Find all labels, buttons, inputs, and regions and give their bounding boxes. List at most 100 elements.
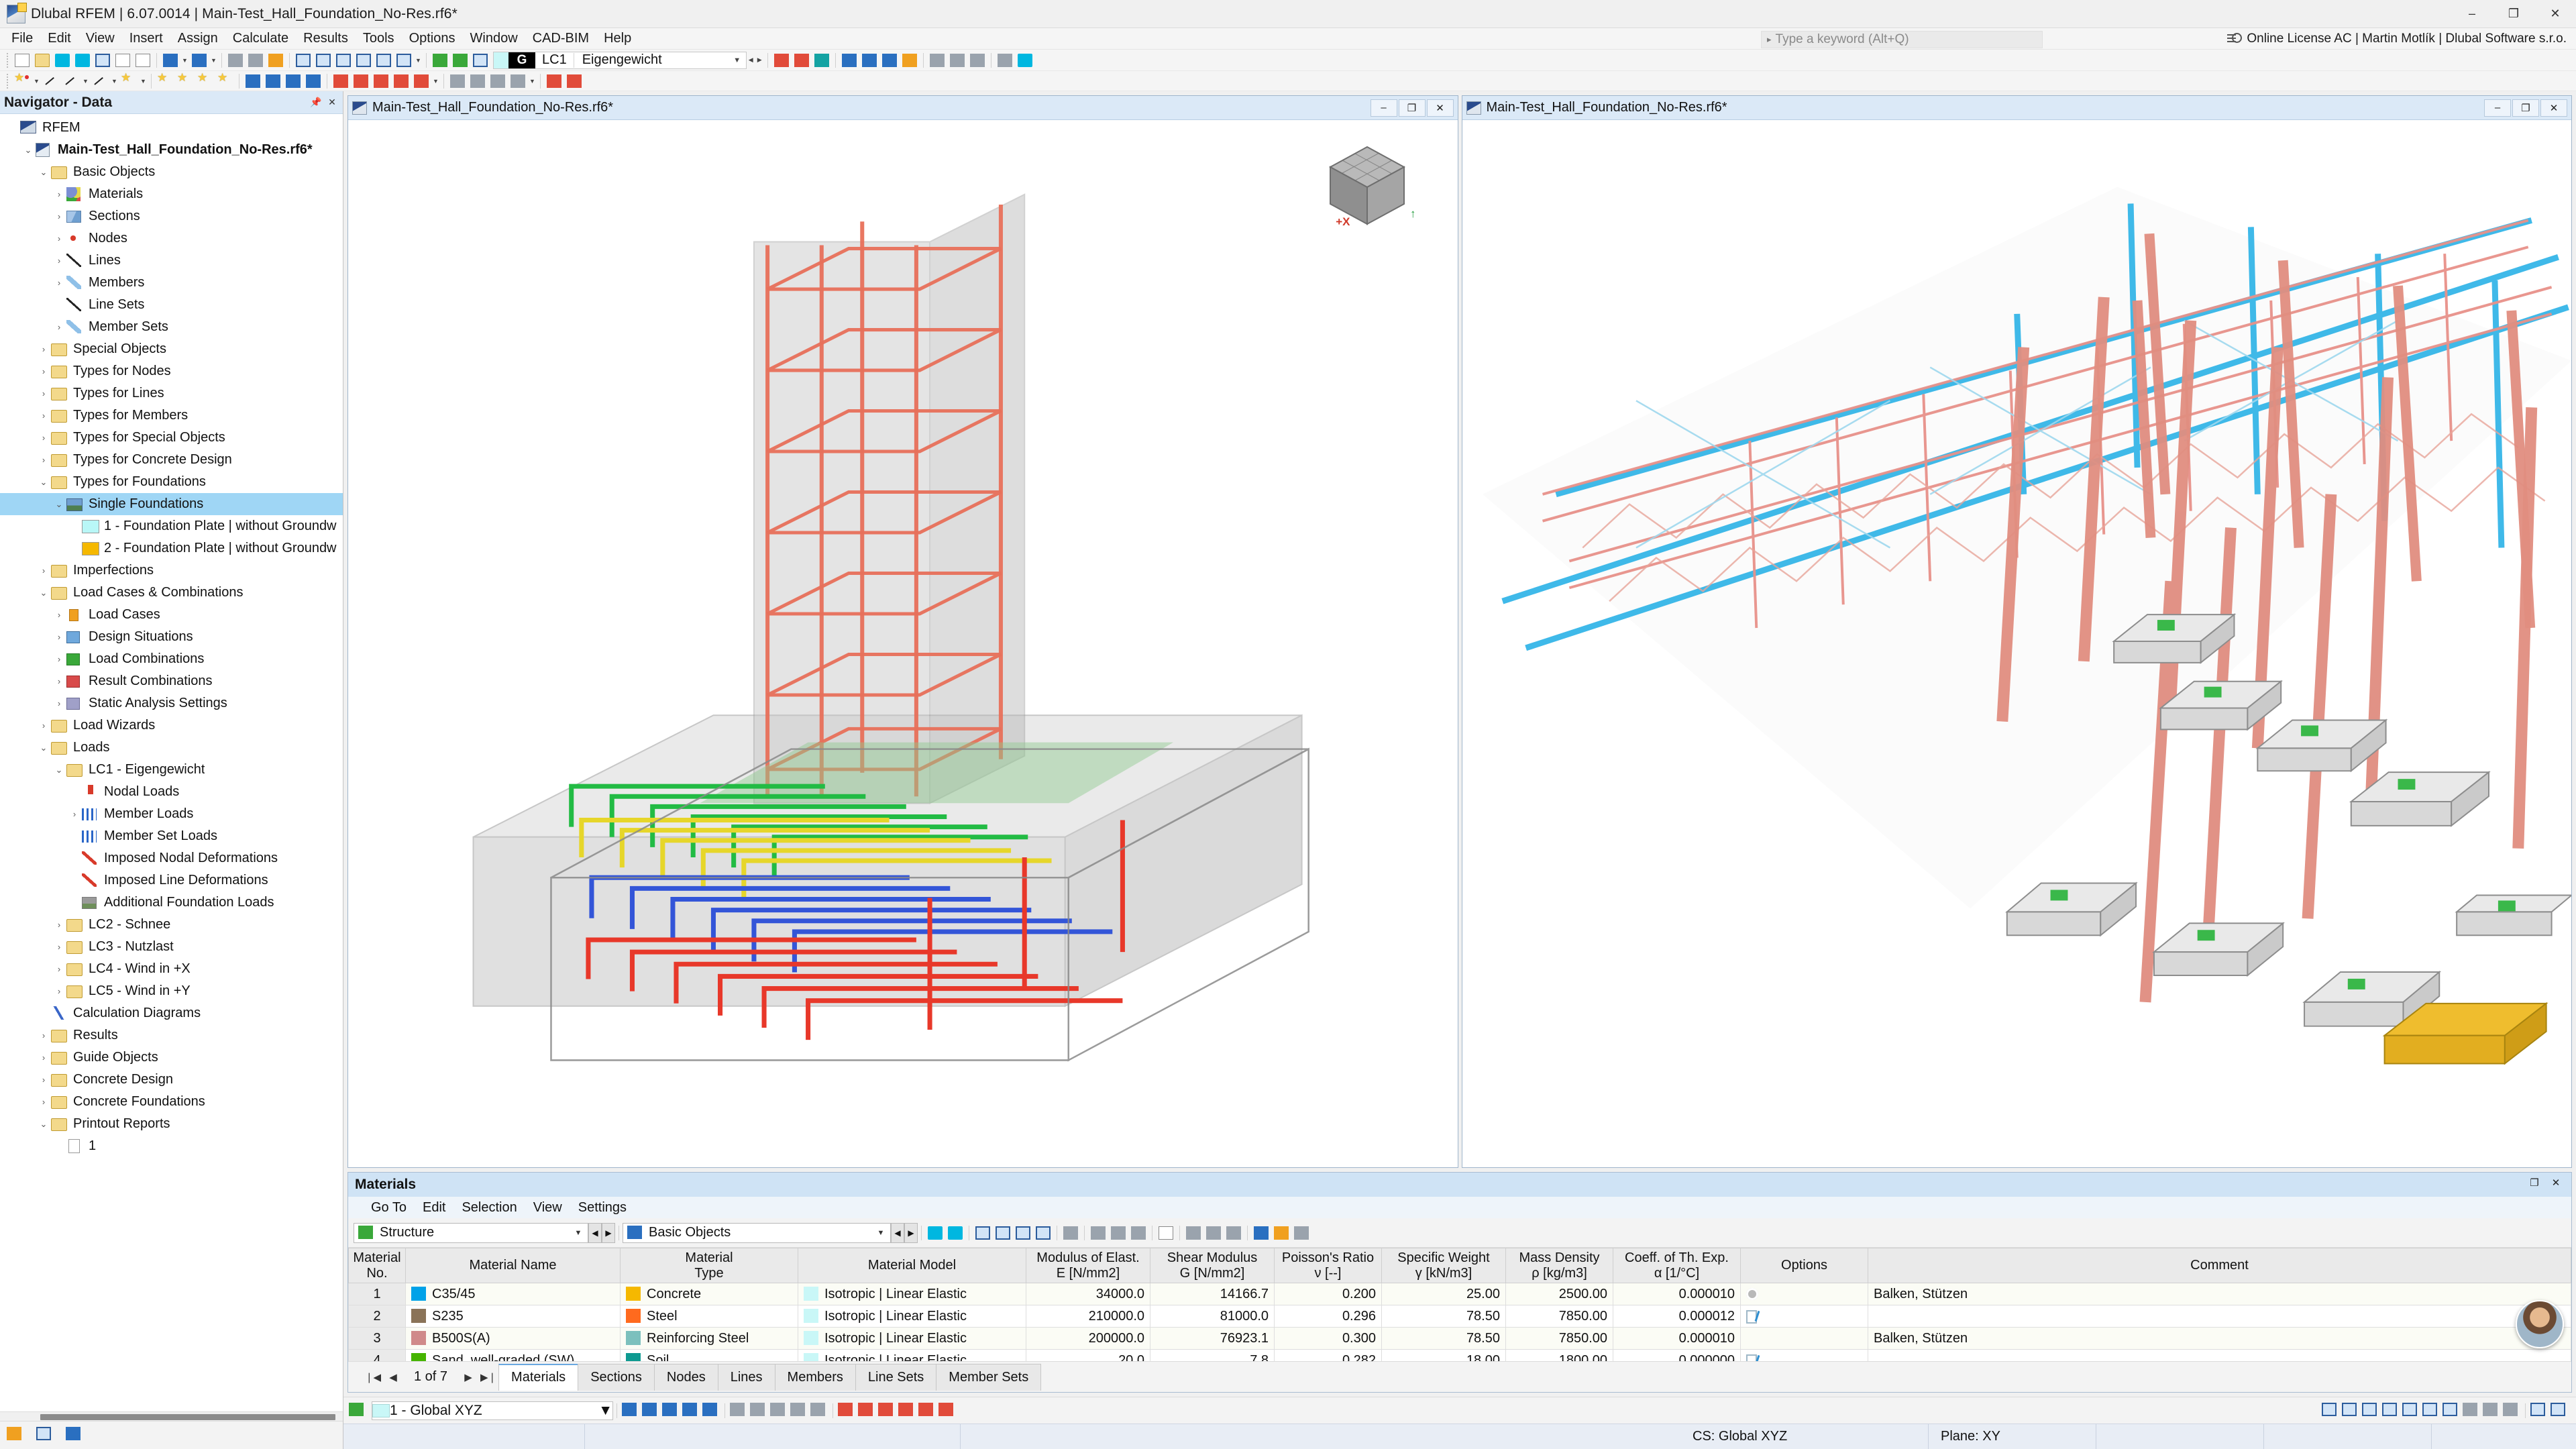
cell-options[interactable] xyxy=(1740,1327,1868,1350)
new-member-hinge-button[interactable] xyxy=(304,72,323,90)
cell-modulus-elasticity[interactable]: 20.0 xyxy=(1026,1349,1150,1361)
render-dropdown-icon[interactable]: ▼ xyxy=(414,52,423,69)
col-poissons-ratio[interactable]: Poisson's Ratio ν [--] xyxy=(1274,1248,1382,1283)
pencil-icon[interactable] xyxy=(1746,1309,1758,1324)
navigator-item-nodal-loads[interactable]: Nodal Loads xyxy=(0,781,343,803)
menu-item-window[interactable]: Window xyxy=(463,28,525,49)
loads-visibility-button[interactable] xyxy=(918,1402,936,1419)
tables-button[interactable] xyxy=(93,52,112,69)
table-tab-nodes[interactable]: Nodes xyxy=(653,1363,718,1391)
view-front-button[interactable] xyxy=(2382,1402,2400,1419)
navigator-item-additional-foundation-loads[interactable]: Additional Foundation Loads xyxy=(0,892,343,914)
cell-specific-weight[interactable]: 25.00 xyxy=(1381,1283,1506,1305)
keyword-search-input[interactable]: ▸ Type a keyword (Alt+Q) xyxy=(1761,31,2043,48)
navigator-item-lc3-nutzlast[interactable]: › LC3 - Nutzlast xyxy=(0,936,343,958)
new-member-set-button[interactable] xyxy=(196,71,215,90)
cell-material-type[interactable]: Steel xyxy=(620,1305,798,1328)
navigator-item-main-test-hall-foundation-no-res-rf6[interactable]: ⌄ Main-Test_Hall_Foundation_No-Res.rf6* xyxy=(0,139,343,161)
save-button[interactable] xyxy=(53,52,72,69)
insert-toolbar-grip[interactable] xyxy=(5,73,10,89)
table-row[interactable]: 2 S235 Steel Isotropic | Linear Elastic 2100… xyxy=(348,1305,2571,1328)
tree-expander-icon[interactable]: › xyxy=(52,233,66,244)
col-material-no[interactable]: Material No. xyxy=(348,1248,406,1283)
cell-material-name[interactable]: C35/45 xyxy=(405,1283,621,1305)
navigator-item-load-cases[interactable]: › Load Cases xyxy=(0,604,343,626)
cell-poissons-ratio[interactable]: 0.282 xyxy=(1274,1349,1382,1361)
navigator-horizontal-scrollbar[interactable] xyxy=(0,1411,343,1421)
cell-mass-density[interactable]: 7850.00 xyxy=(1505,1327,1613,1350)
new-solid-dropdown-icon[interactable]: ▼ xyxy=(139,72,148,90)
pager-first-button[interactable]: ❘◀ xyxy=(363,1371,383,1383)
table-tab-members[interactable]: Members xyxy=(774,1363,856,1391)
tree-expander-icon[interactable]: › xyxy=(52,189,66,199)
structure-combo[interactable]: Structure ▼ xyxy=(354,1222,588,1243)
undo-button[interactable] xyxy=(161,52,180,69)
render-mode-button[interactable] xyxy=(394,52,413,69)
view-cube[interactable] xyxy=(1317,140,1417,234)
view2-close-button[interactable]: ✕ xyxy=(2540,99,2567,117)
menu-item-view[interactable]: View xyxy=(78,28,122,49)
sort-table-button[interactable] xyxy=(1184,1224,1203,1242)
print-button[interactable] xyxy=(113,52,132,69)
cell-material-name[interactable]: Sand, well-graded (SW) xyxy=(405,1349,621,1361)
members-visibility-button[interactable] xyxy=(878,1402,896,1419)
cell-thermal-expansion[interactable]: 0.000010 xyxy=(1613,1327,1741,1350)
work-plane-button[interactable] xyxy=(662,1402,680,1419)
transform-dropdown-icon[interactable]: ▼ xyxy=(528,72,537,90)
materials-grid[interactable]: Material No. Material Name Material Type M… xyxy=(348,1248,2571,1361)
navigator-item-static-analysis-settings[interactable]: › Static Analysis Settings xyxy=(0,692,343,714)
tree-expander-icon[interactable]: › xyxy=(52,920,66,930)
coordinate-system-icon[interactable] xyxy=(349,1402,366,1419)
snap-button[interactable] xyxy=(750,1402,767,1419)
navigator-item-types-for-nodes[interactable]: › Types for Nodes xyxy=(0,360,343,382)
nodes-visibility-button[interactable] xyxy=(838,1402,855,1419)
decimal-places-button[interactable] xyxy=(1272,1224,1291,1242)
paste-button[interactable] xyxy=(266,52,285,69)
pager-next-button[interactable]: ▶ xyxy=(458,1371,478,1383)
tree-expander-icon[interactable]: ⌄ xyxy=(52,499,66,510)
navigator-item-lc2-schnee[interactable]: › LC2 - Schnee xyxy=(0,914,343,936)
tree-expander-icon[interactable]: › xyxy=(52,964,66,974)
cell-comment[interactable]: Balken, Stützen xyxy=(1868,1283,2571,1305)
navigator-item-loads[interactable]: ⌄ Loads xyxy=(0,737,343,759)
cell-modulus-elasticity[interactable]: 200000.0 xyxy=(1026,1327,1150,1350)
pager-last-button[interactable]: ▶❘ xyxy=(478,1371,498,1383)
tree-expander-icon[interactable]: › xyxy=(52,942,66,952)
new-line-set-button[interactable] xyxy=(176,71,195,90)
table-row[interactable]: 1 C35/45 Concrete Isotropic | Linear Elasti… xyxy=(348,1283,2571,1305)
measure-button[interactable] xyxy=(948,52,967,69)
gear-icon[interactable] xyxy=(1746,1287,1758,1300)
navigator-data-tab-icon[interactable] xyxy=(7,1426,27,1444)
new-surface-load-button[interactable] xyxy=(392,72,411,90)
menu-item-calculate[interactable]: Calculate xyxy=(225,28,296,49)
cell-shear-modulus[interactable]: 81000.0 xyxy=(1150,1305,1275,1328)
delete-row-button[interactable] xyxy=(1061,1224,1080,1242)
cell-poissons-ratio[interactable]: 0.200 xyxy=(1274,1283,1382,1305)
cell-material-no[interactable]: 3 xyxy=(348,1327,406,1350)
structure-prev-button[interactable]: ◀ xyxy=(588,1222,602,1243)
export-table-button[interactable] xyxy=(1157,1224,1175,1242)
tree-expander-icon[interactable]: ⌄ xyxy=(36,477,51,488)
open-model-button[interactable] xyxy=(33,52,52,69)
navigator-item-member-loads[interactable]: › Member Loads xyxy=(0,803,343,825)
navigator-item-load-combinations[interactable]: › Load Combinations xyxy=(0,648,343,670)
navigator-item-lc1-eigengewicht[interactable]: ⌄ LC1 - Eigengewicht xyxy=(0,759,343,781)
col-material-type[interactable]: Material Type xyxy=(620,1248,798,1283)
table-tabs[interactable]: Materials Sections Nodes Lines Members Line S… xyxy=(498,1363,1042,1391)
navigator-item-types-for-lines[interactable]: › Types for Lines xyxy=(0,382,343,405)
navigator-item-calculation-diagrams[interactable]: Calculation Diagrams xyxy=(0,1002,343,1024)
cell-specific-weight[interactable]: 78.50 xyxy=(1381,1327,1506,1350)
view1-close-button[interactable]: ✕ xyxy=(1426,99,1454,117)
tree-expander-icon[interactable]: › xyxy=(52,654,66,664)
load-case-dropdown-icon[interactable]: ▼ xyxy=(729,56,746,64)
navigator-item-concrete-foundations[interactable]: › Concrete Foundations xyxy=(0,1091,343,1113)
duplicate-row-button[interactable] xyxy=(1129,1224,1148,1242)
object-snap-button[interactable] xyxy=(790,1402,808,1419)
new-member-button[interactable] xyxy=(62,72,80,90)
view2-minimize-button[interactable]: – xyxy=(2484,99,2511,117)
line-support-button[interactable] xyxy=(860,52,879,69)
table-row[interactable]: 4 Sand, well-graded (SW) Soil Isotropic | L… xyxy=(348,1349,2571,1361)
table-tab-sections[interactable]: Sections xyxy=(578,1363,655,1391)
menu-item-results[interactable]: Results xyxy=(296,28,356,49)
zoom-window-button[interactable] xyxy=(314,52,333,69)
